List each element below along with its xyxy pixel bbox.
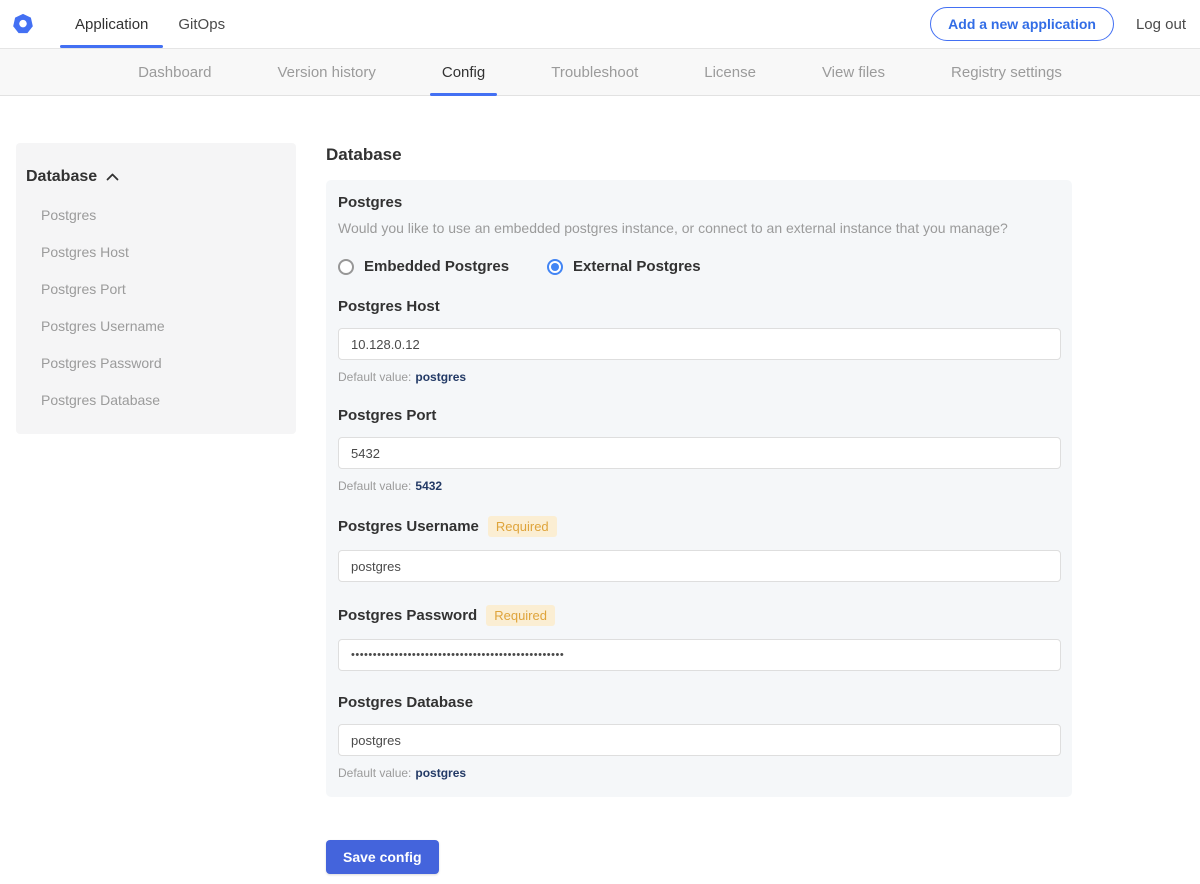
database-config-panel: Postgres Would you like to use an embedd…	[326, 180, 1072, 797]
top-tabs: Application GitOps	[60, 0, 240, 48]
group-help-text: Would you like to use an embedded postgr…	[338, 220, 1008, 236]
radio-unchecked-icon	[338, 258, 354, 275]
postgres-password-input[interactable]	[338, 639, 1061, 671]
save-config-button[interactable]: Save config	[326, 840, 439, 874]
sidebar-item-postgres-host[interactable]: Postgres Host	[26, 244, 286, 260]
subnav-tab-troubleshoot[interactable]: Troubleshoot	[549, 49, 640, 95]
sidebar-item-postgres[interactable]: Postgres	[26, 207, 286, 223]
replicated-kots-logo-icon[interactable]	[12, 13, 34, 35]
radio-external-postgres[interactable]: External Postgres	[547, 258, 701, 275]
postgres-port-input[interactable]	[338, 437, 1061, 469]
postgres-username-input[interactable]	[338, 550, 1061, 582]
required-badge: Required	[487, 516, 557, 537]
top-navbar: Application GitOps Add a new application…	[0, 0, 1200, 48]
postgres-database-input[interactable]	[338, 724, 1061, 756]
sidebar-group-database[interactable]: Database	[26, 168, 286, 186]
subnav-tab-config[interactable]: Config	[429, 49, 498, 96]
group-label-postgres: Postgres	[338, 194, 403, 211]
default-value-row: Default value: 5432	[338, 479, 443, 493]
field-postgres-username: Postgres Username Required	[338, 516, 1061, 582]
radio-label: External Postgres	[573, 258, 701, 275]
chevron-up-icon	[106, 173, 119, 181]
radio-label: Embedded Postgres	[364, 258, 510, 275]
sidebar-item-postgres-username[interactable]: Postgres Username	[26, 318, 286, 334]
field-label: Postgres Host	[338, 298, 440, 315]
field-postgres-password: Postgres Password Required	[338, 605, 1061, 671]
subnav-tab-dashboard[interactable]: Dashboard	[136, 49, 213, 95]
field-label: Postgres Database	[338, 694, 474, 711]
logo-center-hole	[19, 19, 27, 28]
field-postgres-host: Postgres Host Default value:postgres	[338, 298, 1061, 384]
content-area: Database Postgres Postgres Host Postgres…	[0, 96, 1200, 874]
sidebar-item-postgres-port[interactable]: Postgres Port	[26, 281, 286, 297]
logout-button[interactable]: Log out	[1136, 16, 1186, 33]
sidebar-item-postgres-database[interactable]: Postgres Database	[26, 392, 286, 408]
field-label: Postgres Username	[338, 518, 479, 535]
subnav-tab-license[interactable]: License	[702, 49, 758, 95]
default-value-row: Default value: postgres	[338, 766, 467, 780]
topbar-right: Add a new application Log out	[930, 0, 1200, 48]
postgres-host-input[interactable]	[338, 328, 1061, 360]
radio-checked-icon	[547, 258, 564, 275]
field-label: Postgres Port	[338, 407, 437, 424]
field-postgres-database: Postgres Database Default value:postgres	[338, 694, 1061, 780]
required-badge: Required	[486, 605, 555, 626]
postgres-mode-radio-group: Embedded Postgres External Postgres	[338, 258, 1061, 275]
tab-gitops[interactable]: GitOps	[163, 0, 240, 48]
default-value-row: Default value: postgres	[338, 370, 467, 384]
subnav-tab-version-history[interactable]: Version history	[275, 49, 377, 95]
config-sidebar: Database Postgres Postgres Host Postgres…	[16, 143, 296, 434]
app-subnav: Dashboard Version history Config Trouble…	[0, 48, 1200, 96]
page-title: Database	[326, 145, 402, 164]
field-postgres-port: Postgres Port Default value:5432	[338, 407, 1061, 493]
subnav-tab-view-files[interactable]: View files	[820, 49, 887, 95]
field-label: Postgres Password	[338, 607, 478, 624]
sidebar-item-postgres-password[interactable]: Postgres Password	[26, 355, 286, 371]
add-new-application-button[interactable]: Add a new application	[930, 7, 1114, 41]
subnav-tab-registry-settings[interactable]: Registry settings	[949, 49, 1064, 95]
sidebar-group-label: Database	[26, 168, 98, 185]
config-main: Database Postgres Would you like to use …	[326, 143, 1072, 874]
radio-embedded-postgres[interactable]: Embedded Postgres	[338, 258, 509, 275]
tab-application[interactable]: Application	[60, 0, 164, 48]
